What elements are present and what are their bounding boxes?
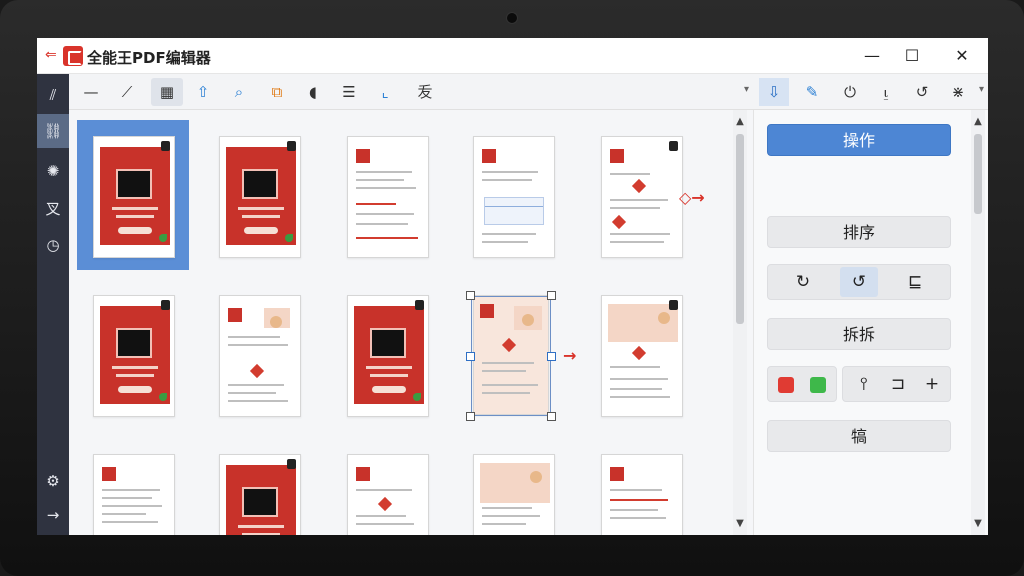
sign-icon[interactable]: ⍸	[871, 78, 901, 106]
maximize-button[interactable]: ☐	[897, 44, 927, 68]
page-thumbnail[interactable]	[219, 295, 301, 417]
resize-handle[interactable]	[466, 412, 475, 421]
list-icon[interactable]: ☰	[333, 78, 365, 106]
page-thumbnail[interactable]	[601, 136, 683, 258]
right-toolbar: ⇩ ✎ ⏻ ⍸ ↺ ⋇ ▾	[753, 74, 988, 110]
search-icon[interactable]: ⌕	[223, 78, 255, 106]
page-thumbnail[interactable]	[93, 454, 175, 535]
insert-icon[interactable]: ⌞	[369, 78, 401, 106]
exit-arrow-icon[interactable]: →	[37, 498, 69, 532]
operate-button[interactable]: 操作	[767, 124, 951, 156]
settings-icon[interactable]: ⚙	[37, 464, 69, 498]
app-logo-icon	[63, 46, 83, 66]
operations-panel: 操作 排序 ↻ ↺ ⊑ 拆拆 ⫯ ⊐ + 犒	[753, 110, 988, 535]
layout-icon[interactable]: ▦	[151, 78, 183, 106]
rotate-group: ↻ ↺ ⊑	[767, 264, 951, 300]
history-icon[interactable]: ↺	[907, 78, 937, 106]
stamp-icon[interactable]: ⧉	[261, 78, 293, 106]
green-swatch[interactable]	[810, 377, 826, 393]
panel-scroll-thumb[interactable]	[974, 134, 982, 214]
upload-icon[interactable]: ⇧	[187, 78, 219, 106]
move-arrow-icon: ◇→	[679, 188, 705, 207]
resize-handle[interactable]	[547, 291, 556, 300]
rotate-counterclockwise-icon[interactable]: ↺	[840, 267, 878, 297]
main-toolbar: — ⟋ ▦ ⇧ ⌕ ⧉ ◖ ☰ ⌞ 叐 ▾	[69, 74, 753, 110]
add-icon[interactable]: +	[913, 369, 951, 399]
extra-button[interactable]: 犒	[767, 420, 951, 452]
power-icon[interactable]: ⏻	[835, 78, 865, 106]
nav-clock-icon[interactable]: ◷	[37, 228, 69, 262]
grid-scroll-thumb[interactable]	[736, 134, 744, 324]
split-vertical-icon[interactable]: ⫯	[845, 369, 883, 399]
back-arrow-icon[interactable]: ⇐	[45, 47, 57, 63]
minimize-button[interactable]: —	[857, 44, 887, 68]
color-group	[767, 366, 837, 402]
panel-scrollbar[interactable]: ▲ ▼	[971, 110, 985, 535]
page-thumbnail[interactable]	[601, 454, 683, 535]
red-swatch[interactable]	[778, 377, 794, 393]
char-icon[interactable]: 叐	[409, 78, 441, 106]
pen-icon[interactable]: ⟋	[111, 78, 143, 106]
insert-page-icon[interactable]: ⊑	[896, 267, 934, 297]
sort-button[interactable]: 排序	[767, 216, 951, 248]
page-thumbnail[interactable]	[219, 136, 301, 258]
split-button[interactable]: 拆拆	[767, 318, 951, 350]
device-bezel: ⇐ 全能王PDF编辑器 — ☐ ✕ ⫽ ⛓ ✺ 叉 ◷ ⚙ → — ⟋ ▦ ⇧ …	[0, 0, 1024, 576]
resize-handle[interactable]	[466, 291, 475, 300]
audio-icon[interactable]: ◖	[297, 78, 329, 106]
app-title: 全能王PDF编辑器	[87, 49, 211, 67]
page-thumbnail[interactable]	[93, 136, 175, 258]
page-thumbnail[interactable]	[347, 295, 429, 417]
resize-handle[interactable]	[547, 412, 556, 421]
extract-icon[interactable]: ⇩	[759, 78, 789, 106]
camera	[506, 12, 518, 24]
page-thumbnail[interactable]	[473, 136, 555, 258]
selection-frame[interactable]	[471, 296, 551, 416]
left-nav: ⫽ ⛓ ✺ 叉 ◷ ⚙ →	[37, 74, 69, 535]
split-bracket-icon[interactable]: ⊐	[879, 369, 917, 399]
more-icon[interactable]: ⋇	[943, 78, 973, 106]
page-thumbnail[interactable]	[473, 454, 555, 535]
nav-gear-icon[interactable]: ✺	[37, 154, 69, 188]
split-tools-group: ⫯ ⊐ +	[842, 366, 951, 402]
rotate-clockwise-icon[interactable]: ↻	[784, 267, 822, 297]
nav-link-icon[interactable]: ⛓	[37, 114, 69, 148]
resize-handle[interactable]	[466, 352, 475, 361]
chevron-down-icon[interactable]: ▾	[744, 84, 749, 95]
page-thumbnail[interactable]	[347, 136, 429, 258]
minus-icon[interactable]: —	[75, 78, 107, 106]
scroll-up-icon[interactable]: ▲	[971, 116, 985, 127]
title-bar: ⇐ 全能王PDF编辑器 — ☐ ✕	[37, 38, 988, 74]
chevron-down-icon[interactable]: ▾	[979, 84, 984, 95]
scroll-down-icon[interactable]: ▼	[971, 518, 985, 529]
close-button[interactable]: ✕	[947, 44, 977, 68]
page-thumbnail[interactable]	[93, 295, 175, 417]
app-window: ⇐ 全能王PDF编辑器 — ☐ ✕ ⫽ ⛓ ✺ 叉 ◷ ⚙ → — ⟋ ▦ ⇧ …	[37, 38, 988, 535]
page-thumbnail-grid: ◇→ →	[69, 110, 731, 535]
move-arrow-icon: →	[563, 346, 577, 365]
resize-handle[interactable]	[547, 352, 556, 361]
grid-scrollbar[interactable]: ▲ ▼	[733, 110, 747, 535]
nav-edit-icon[interactable]: 叉	[37, 192, 69, 226]
nav-chart-icon[interactable]: ⫽	[37, 78, 69, 112]
pin-icon[interactable]: ✎	[797, 78, 827, 106]
page-thumbnail[interactable]	[219, 454, 301, 535]
scroll-up-icon[interactable]: ▲	[733, 116, 747, 127]
page-thumbnail[interactable]	[347, 454, 429, 535]
scroll-down-icon[interactable]: ▼	[733, 518, 747, 529]
page-thumbnail[interactable]	[601, 295, 683, 417]
